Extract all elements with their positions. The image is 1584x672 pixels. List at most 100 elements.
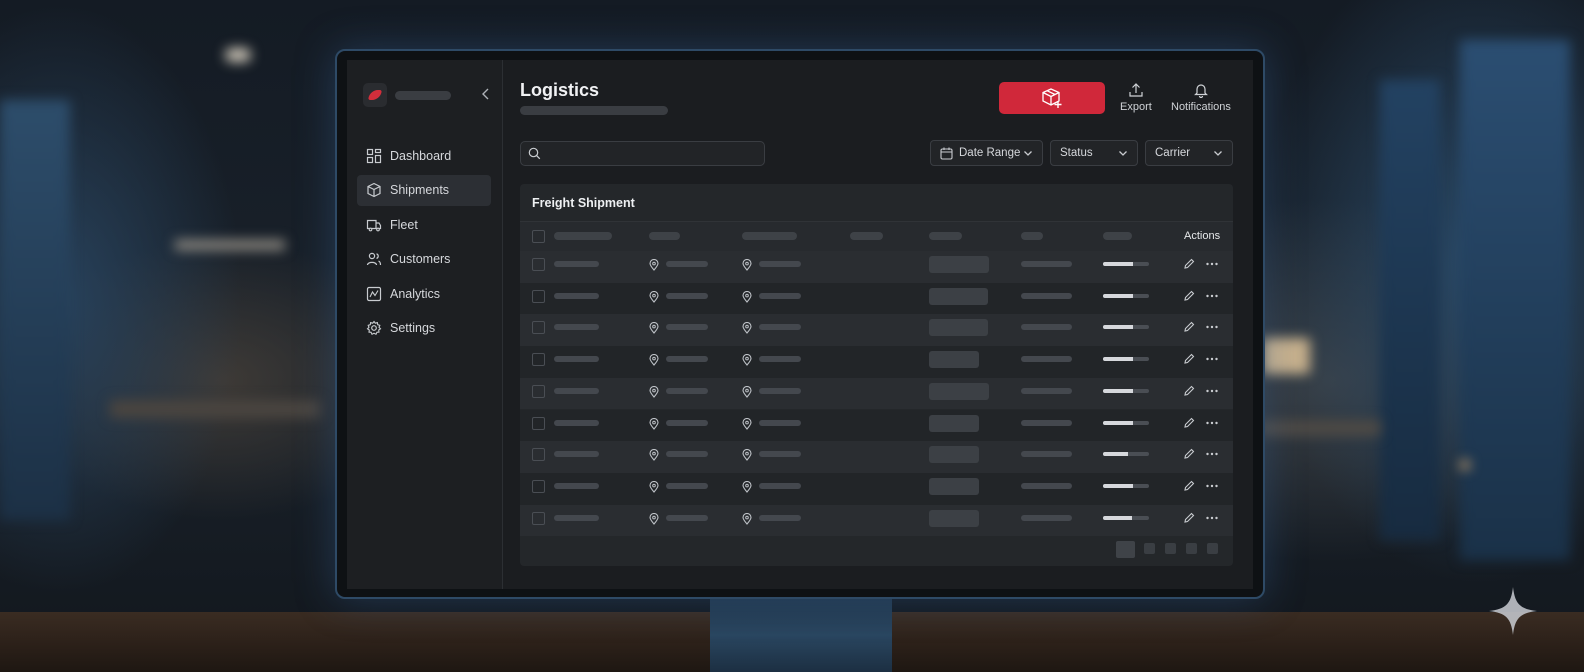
cell-placeholder [554,482,599,489]
more-icon[interactable] [1205,289,1219,303]
more-icon[interactable] [1205,320,1219,334]
more-icon[interactable] [1205,257,1219,271]
location-pin-icon [648,385,660,398]
row-checkbox[interactable] [532,511,545,525]
more-icon[interactable] [1205,447,1219,461]
cell-placeholder [1021,514,1072,521]
bell-icon [1194,84,1208,98]
cell-placeholder [554,514,599,521]
analytics-icon [366,286,382,301]
location-pin-icon [648,480,660,493]
search-input[interactable] [520,141,765,166]
header-placeholder [742,232,797,240]
notifications-button[interactable]: Notifications [1171,82,1231,113]
cell-placeholder [666,451,708,458]
sidebar-item-shipments[interactable]: Shipments [357,174,491,206]
table-row[interactable] [520,314,1233,347]
sidebar-item-label: Customers [390,252,451,266]
location-pin-icon [741,353,753,366]
table-header: Actions [520,221,1233,251]
edit-icon[interactable] [1182,289,1196,303]
brand[interactable] [363,83,451,107]
pagination-next[interactable] [1207,543,1218,554]
sidebar-item-label: Fleet [390,217,418,232]
more-icon[interactable] [1205,416,1219,430]
cell-placeholder [1021,356,1072,363]
sidebar-item-settings[interactable]: Settings [357,313,491,344]
edit-icon[interactable] [1182,416,1196,430]
cell-placeholder [554,261,599,267]
add-shipment-button[interactable] [999,82,1105,114]
sidebar-item-dashboard[interactable]: Dashboard [357,140,491,171]
pagination-page[interactable] [1165,543,1176,554]
status-badge [929,382,989,400]
pagination-page[interactable] [1144,543,1155,554]
progress-bar [1103,293,1149,298]
date-range-label: Date Range [959,147,1021,159]
cell-placeholder [759,514,801,521]
pagination-page[interactable] [1186,543,1197,554]
table-row[interactable] [520,409,1233,442]
table-row[interactable] [520,441,1233,473]
table-row[interactable] [520,504,1233,537]
location-pin-icon [741,385,753,398]
table-row[interactable] [520,282,1233,315]
edit-icon[interactable] [1182,511,1196,525]
progress-bar [1103,325,1149,330]
row-checkbox[interactable] [532,321,545,335]
monitor: Dashboard Shipments Fleet Customers Anal… [335,49,1265,599]
edit-icon[interactable] [1182,320,1196,334]
status-select[interactable]: Status [1050,140,1138,166]
row-checkbox[interactable] [532,258,545,271]
table-row[interactable] [520,251,1233,283]
notifications-label: Notifications [1171,101,1231,113]
dashboard-icon [366,148,382,163]
location-pin-icon [648,258,660,271]
sidebar-item-label: Settings [390,321,436,335]
more-icon[interactable] [1205,511,1219,525]
row-checkbox[interactable] [532,289,545,303]
sidebar-item-customers[interactable]: Customers [357,244,491,275]
cell-placeholder [1021,451,1072,458]
edit-icon[interactable] [1182,384,1196,398]
edit-icon[interactable] [1182,479,1196,493]
sidebar-item-analytics[interactable]: Analytics [357,278,491,309]
add-package-icon [1042,88,1062,108]
cell-placeholder [759,419,801,426]
carrier-select[interactable]: Carrier [1145,140,1233,166]
chevron-left-icon[interactable] [481,88,491,102]
gear-icon [366,320,382,336]
table-row[interactable] [520,377,1233,410]
more-icon[interactable] [1205,384,1219,398]
location-pin-icon [648,512,660,525]
more-icon[interactable] [1205,479,1219,493]
pagination-current[interactable] [1116,541,1135,558]
cell-placeholder [759,482,801,489]
row-checkbox[interactable] [532,448,545,462]
sidebar-item-fleet[interactable]: Fleet [357,209,491,240]
select-all-checkbox[interactable] [532,230,545,243]
edit-icon[interactable] [1182,352,1196,366]
location-pin-icon [741,290,753,303]
brand-name-placeholder [395,90,451,100]
monitor-stand [710,598,892,672]
chevron-down-icon [1214,151,1222,156]
status-badge [929,477,979,495]
edit-icon[interactable] [1182,447,1196,461]
export-label: Export [1120,101,1152,113]
table-row[interactable] [520,472,1233,505]
main-content: Logistics Export Notifications Date Rang… [503,60,1253,589]
row-checkbox[interactable] [532,384,545,398]
date-range-select[interactable]: Date Range [930,140,1043,166]
more-icon[interactable] [1205,352,1219,366]
row-checkbox[interactable] [532,479,545,493]
edit-icon[interactable] [1182,257,1196,271]
row-checkbox[interactable] [532,353,545,367]
export-button[interactable]: Export [1120,82,1152,113]
table-row[interactable] [520,346,1233,378]
status-badge [929,414,979,432]
chevron-down-icon [1119,151,1127,156]
logo-icon [363,83,387,107]
row-checkbox[interactable] [532,416,545,430]
status-badge [929,287,988,305]
